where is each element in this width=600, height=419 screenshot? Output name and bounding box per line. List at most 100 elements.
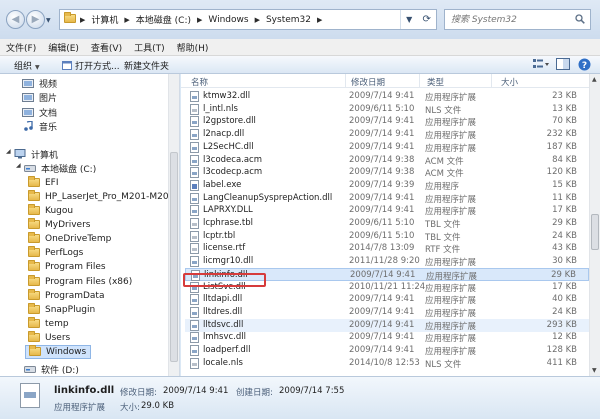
file-row[interactable]: l3codeca.acm 2009/7/14 9:38 ACM 文件 84 KB <box>185 154 589 167</box>
file-type: ACM 文件 <box>425 169 464 180</box>
search-input[interactable] <box>445 10 565 29</box>
nav-item[interactable]: Program Files <box>25 260 110 274</box>
nav-item[interactable]: OneDriveTemp <box>25 232 115 246</box>
chevron-right-icon[interactable]: ▶ <box>317 16 322 24</box>
nav-item-label: 音乐 <box>39 122 58 133</box>
file-row[interactable]: label.exe 2009/7/14 9:39 应用程序 15 KB <box>185 179 589 192</box>
file-size: 30 KB <box>552 256 577 267</box>
refresh-icon[interactable]: ⟳ <box>422 14 430 25</box>
file-row[interactable]: l2gpstore.dll 2009/7/14 9:41 应用程序扩展 70 KB <box>185 115 589 128</box>
nav-item-label: 视频 <box>39 79 58 90</box>
folder-icon <box>28 204 40 216</box>
view-options-icon[interactable] <box>532 58 550 73</box>
file-list-scrollbar-thumb[interactable] <box>591 214 599 250</box>
organize-button[interactable]: 组织 ▼ <box>14 59 40 72</box>
nav-item[interactable]: temp <box>25 317 73 331</box>
chevron-right-icon[interactable]: ▶ <box>124 16 129 24</box>
file-name: lltdapi.dll <box>203 294 243 305</box>
file-date: 2009/7/14 9:41 <box>349 205 415 216</box>
expand-arrow-icon[interactable]: ◢ <box>16 162 21 169</box>
column-modified[interactable]: 修改日期 <box>351 76 385 88</box>
nav-item[interactable]: ProgramData <box>25 289 108 303</box>
nav-scrollbar[interactable] <box>168 74 179 376</box>
file-row[interactable]: loadperf.dll 2009/7/14 9:41 应用程序扩展 128 KB <box>185 344 589 357</box>
chevron-right-icon[interactable]: ▶ <box>80 16 85 24</box>
folder-icon <box>28 289 40 301</box>
nav-item[interactable]: 图片 <box>19 90 61 104</box>
address-bar[interactable]: ▶ 计算机 ▶ 本地磁盘 (C:) ▶ Windows ▶ System32 ▶… <box>59 9 437 30</box>
nav-item[interactable]: Program Files (x86) <box>25 275 136 289</box>
nav-item[interactable]: PerfLogs <box>25 246 87 260</box>
open-with-button[interactable]: 打开方式... <box>62 59 120 72</box>
nav-scrollbar-thumb[interactable] <box>170 152 178 362</box>
new-folder-button[interactable]: 新建文件夹 <box>124 59 169 72</box>
file-row[interactable]: lltdapi.dll 2009/7/14 9:41 应用程序扩展 40 KB <box>185 293 589 306</box>
nav-item[interactable]: Windows <box>25 345 92 359</box>
nav-item[interactable]: 本地磁盘 (C:) <box>21 161 100 175</box>
nav-item-label: temp <box>45 319 69 329</box>
document-file-icon <box>190 103 199 115</box>
file-type: 应用程序扩展 <box>425 143 477 154</box>
preview-pane-icon[interactable] <box>556 58 570 73</box>
menu-view[interactable]: 查看(V) <box>91 41 122 54</box>
file-row[interactable]: l2nacp.dll 2009/7/14 9:41 应用程序扩展 232 KB <box>185 128 589 141</box>
breadcrumb-drive-c[interactable]: 本地磁盘 (C:) <box>136 13 191 26</box>
nav-item[interactable]: MyDrivers <box>25 218 94 232</box>
file-row[interactable]: lltdres.dll 2009/7/14 9:41 应用程序扩展 24 KB <box>185 306 589 319</box>
file-size: 128 KB <box>546 345 577 355</box>
details-size-label: 大小: <box>120 403 140 413</box>
nav-item[interactable]: 计算机 <box>11 147 62 161</box>
nav-item[interactable]: 文档 <box>19 105 61 119</box>
expand-arrow-icon[interactable]: ◢ <box>6 148 11 155</box>
file-row[interactable]: LangCleanupSysprepAction.dll 2009/7/14 9:… <box>185 192 589 205</box>
breadcrumb-system32[interactable]: System32 <box>266 15 311 25</box>
nav-item[interactable]: HP_LaserJet_Pro_M201-M202 <box>25 190 178 204</box>
nav-item[interactable]: SnapPlugin <box>25 303 99 317</box>
file-row[interactable]: L2SecHC.dll 2009/7/14 9:41 应用程序扩展 187 KB <box>185 141 589 154</box>
file-row[interactable]: l_intl.nls 2009/6/11 5:10 NLS 文件 13 KB <box>185 103 589 116</box>
column-name[interactable]: 名称 <box>191 76 208 88</box>
file-row[interactable]: ktmw32.dll 2009/7/14 9:41 应用程序扩展 23 KB <box>185 90 589 103</box>
document-file-icon <box>190 230 199 242</box>
document-file-icon <box>190 357 199 369</box>
file-row[interactable]: LAPRXY.DLL 2009/7/14 9:41 应用程序扩展 17 KB <box>185 204 589 217</box>
nav-item[interactable]: Users <box>25 331 74 345</box>
column-type[interactable]: 类型 <box>427 76 444 88</box>
chevron-right-icon[interactable]: ▶ <box>255 16 260 24</box>
scroll-up-icon[interactable]: ▲ <box>592 76 597 83</box>
nav-item-label: ProgramData <box>45 291 105 301</box>
help-icon[interactable]: ? <box>578 58 591 74</box>
nav-item[interactable]: 软件 (D:) <box>21 362 83 376</box>
breadcrumb-windows[interactable]: Windows <box>208 15 248 25</box>
menu-help[interactable]: 帮助(H) <box>177 41 209 54</box>
file-type: NLS 文件 <box>425 105 462 116</box>
nav-item[interactable]: 视频 <box>19 76 61 90</box>
chevron-right-icon[interactable]: ▶ <box>197 16 202 24</box>
menu-file[interactable]: 文件(F) <box>6 41 36 54</box>
menu-tools[interactable]: 工具(T) <box>134 41 165 54</box>
breadcrumb-computer[interactable]: 计算机 <box>91 13 118 26</box>
menu-edit[interactable]: 编辑(E) <box>48 41 79 54</box>
recent-pages-dropdown[interactable]: ▼ <box>46 17 51 24</box>
file-row[interactable]: license.rtf 2014/7/8 13:09 RTF 文件 43 KB <box>185 242 589 255</box>
nav-item[interactable]: EFI <box>25 176 63 190</box>
file-row[interactable]: lltdsvc.dll 2009/7/14 9:41 应用程序扩展 293 KB <box>185 318 589 332</box>
address-history-dropdown-icon[interactable]: ▼ <box>406 15 412 24</box>
file-row[interactable]: lcphrase.tbl 2009/6/11 5:10 TBL 文件 29 KB <box>185 217 589 230</box>
file-row[interactable]: locale.nls 2014/10/8 12:53 NLS 文件 411 KB <box>185 357 589 370</box>
search-icon[interactable] <box>575 14 585 27</box>
file-row[interactable]: l3codecp.acm 2009/7/14 9:38 ACM 文件 120 KB <box>185 166 589 179</box>
column-size[interactable]: 大小 <box>501 76 518 88</box>
forward-button[interactable]: ▶ <box>26 10 45 29</box>
file-date: 2011/11/28 9:20 <box>349 256 420 267</box>
file-row[interactable]: lmhsvc.dll 2009/7/14 9:41 应用程序扩展 12 KB <box>185 331 589 344</box>
scroll-down-icon[interactable]: ▼ <box>592 367 597 374</box>
file-row[interactable]: lcptr.tbl 2009/6/11 5:10 TBL 文件 24 KB <box>185 230 589 243</box>
back-button[interactable]: ◀ <box>6 10 25 29</box>
nav-item-label: Program Files <box>45 262 106 272</box>
highlight-annotation <box>183 273 266 287</box>
file-list-scrollbar[interactable]: ▲ ▼ <box>589 74 600 376</box>
file-row[interactable]: licmgr10.dll 2011/11/28 9:20 应用程序扩展 30 KB <box>185 255 589 268</box>
nav-item[interactable]: 音乐 <box>19 119 61 133</box>
nav-item[interactable]: Kugou <box>25 204 77 218</box>
